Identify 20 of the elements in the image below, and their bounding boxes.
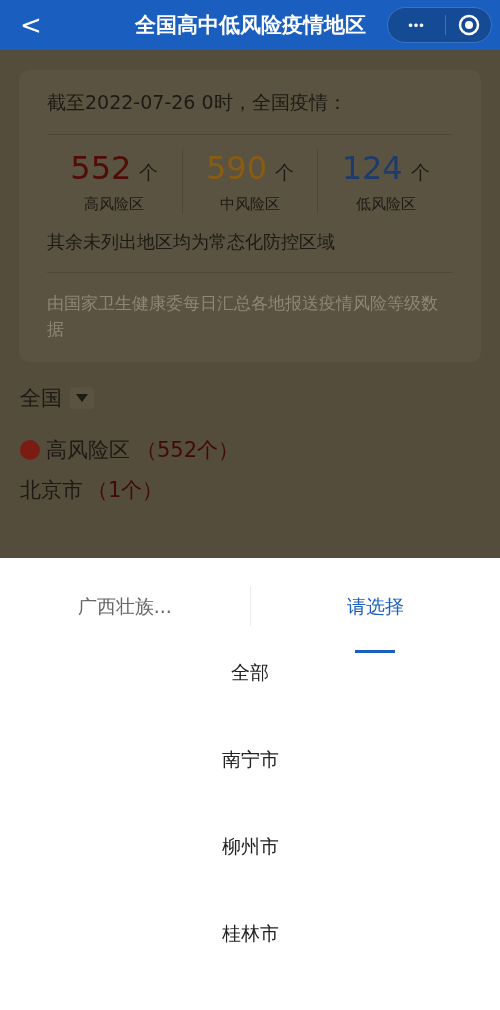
city-option[interactable]: 柳州市	[221, 794, 279, 881]
back-button[interactable]: <	[16, 10, 46, 40]
stat-label: 低风险区	[355, 195, 416, 214]
caret-icon	[76, 394, 88, 402]
stat-label: 中风险区	[220, 195, 280, 214]
city-count: （1个）	[87, 477, 164, 504]
stat-unit: 个	[275, 160, 295, 185]
city-option[interactable]: 桂林市	[221, 881, 279, 968]
more-button[interactable]: •••	[388, 16, 445, 34]
page-title: 全国高中低风险疫情地区	[134, 12, 366, 39]
city-option[interactable]: 南宁市	[221, 707, 279, 794]
stat-label: 高风险区	[84, 195, 145, 214]
stat-unit: 个	[410, 160, 430, 185]
stat-count: 552	[70, 149, 132, 187]
stat-unit: 个	[139, 160, 159, 185]
summary-heading: 截至2022-07-26 0时，全国疫情：	[47, 90, 453, 135]
close-target-icon[interactable]	[457, 14, 480, 36]
note-text: 其余未列出地区均为常态化防控区域	[47, 224, 453, 273]
stat-count: 124	[341, 149, 403, 187]
risk-count: （552个）	[136, 437, 240, 464]
